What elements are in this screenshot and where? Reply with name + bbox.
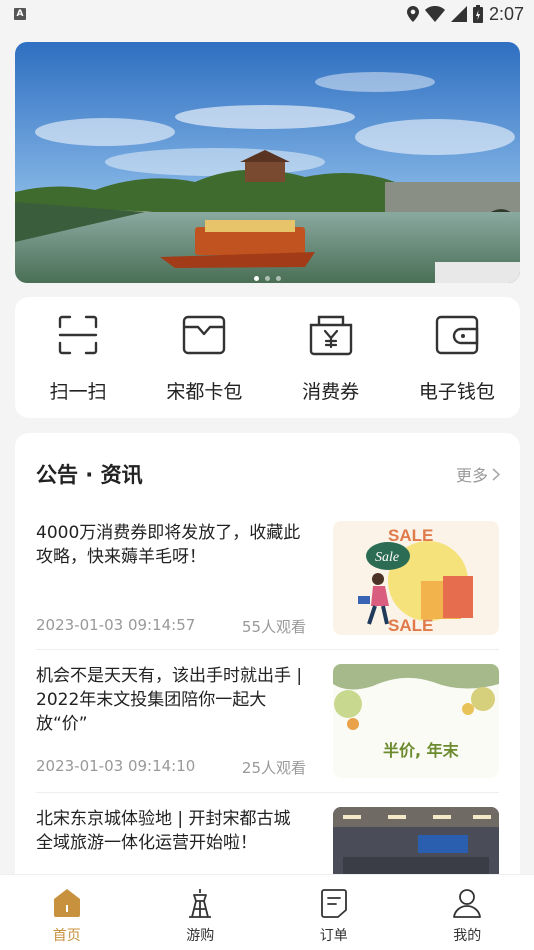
tab-orders-label: 订单 <box>319 928 348 944</box>
tab-shop[interactable]: 游购 <box>160 887 240 945</box>
tower-icon <box>189 889 212 918</box>
news-section: 公告 · 资讯 更多 4000万消费券即将发放了，收藏此攻略，快来薅羊毛呀！ 2… <box>15 433 520 893</box>
banner-pagination <box>15 276 520 281</box>
news-date: 2023-01-03 09:14:10 <box>36 757 196 775</box>
bottom-tab-bar: 首页 游购 订单 我的 <box>0 874 534 950</box>
coupon-button[interactable]: 消费券 <box>271 311 391 404</box>
scan-label: 扫一扫 <box>49 381 107 403</box>
sale-text-top: SALE <box>388 526 433 545</box>
news-divider <box>36 792 499 793</box>
signal-icon <box>450 6 467 22</box>
more-link[interactable]: 更多 <box>456 462 500 486</box>
news-views: 25人观看 <box>241 759 306 777</box>
battery-icon <box>472 5 483 23</box>
clock: 2:07 <box>488 3 524 24</box>
e-wallet-icon <box>435 315 479 355</box>
sale-illustration: SALE SALE Sale <box>333 521 499 635</box>
chevron-right-icon <box>492 467 500 481</box>
news-item[interactable]: 机会不是天天有，该出手时就出手 | 2022年末文投集团陪你一起大放“价” 20… <box>36 664 499 778</box>
card-wallet-icon <box>183 315 226 355</box>
coupon-label: 消费券 <box>302 381 360 403</box>
banner-carousel[interactable] <box>15 42 520 283</box>
location-icon <box>406 6 419 22</box>
status-bar: A 2:07 <box>0 0 534 28</box>
tab-home[interactable]: 首页 <box>27 887 107 945</box>
wifi-icon <box>424 6 445 22</box>
news-headline: 北宋东京城体验地 | 开封宋都古城全域旅游一体化运营开始啦！ <box>36 809 291 853</box>
notification-icon: A <box>14 8 26 20</box>
news-thumbnail: 半价, 年末 <box>333 664 499 778</box>
tab-profile-label: 我的 <box>453 928 482 944</box>
tab-home-label: 首页 <box>52 928 81 944</box>
e-wallet-button[interactable]: 电子钱包 <box>397 311 517 404</box>
order-icon <box>320 889 347 918</box>
more-label: 更多 <box>455 466 488 485</box>
news-section-title: 公告 · 资讯 <box>36 463 143 487</box>
sale-bubble-text: Sale <box>375 550 399 565</box>
half-price-illustration: 半价, 年末 <box>333 664 499 778</box>
news-date: 2023-01-03 09:14:57 <box>36 616 196 634</box>
banner-dot[interactable] <box>265 276 270 281</box>
banner-dot[interactable] <box>276 276 281 281</box>
banner-dot[interactable] <box>254 276 259 281</box>
scan-icon <box>58 315 98 355</box>
banner-image <box>15 42 520 283</box>
scan-button[interactable]: 扫一扫 <box>18 311 138 404</box>
coupon-icon <box>309 315 352 356</box>
news-item[interactable]: 4000万消费券即将发放了，收藏此攻略，快来薅羊毛呀！ 2023-01-03 0… <box>36 521 499 637</box>
news-views: 55人观看 <box>241 618 306 636</box>
home-icon <box>53 889 80 917</box>
news-headline: 机会不是天天有，该出手时就出手 | 2022年末文投集团陪你一起大放“价” <box>36 666 303 734</box>
card-wallet-label: 宋都卡包 <box>166 381 243 403</box>
tab-orders[interactable]: 订单 <box>294 887 374 945</box>
half-price-text: 半价, 年末 <box>383 741 460 760</box>
e-wallet-label: 电子钱包 <box>418 381 495 403</box>
profile-icon <box>453 889 482 918</box>
news-headline: 4000万消费券即将发放了，收藏此攻略，快来薅羊毛呀！ <box>36 523 301 567</box>
tab-shop-label: 游购 <box>186 928 215 944</box>
tab-profile[interactable]: 我的 <box>427 887 507 945</box>
quick-actions: 扫一扫 宋都卡包 消费券 电子钱包 <box>15 297 520 418</box>
news-thumbnail: SALE SALE Sale <box>333 521 499 635</box>
card-wallet-button[interactable]: 宋都卡包 <box>144 311 264 404</box>
news-divider <box>36 649 499 650</box>
